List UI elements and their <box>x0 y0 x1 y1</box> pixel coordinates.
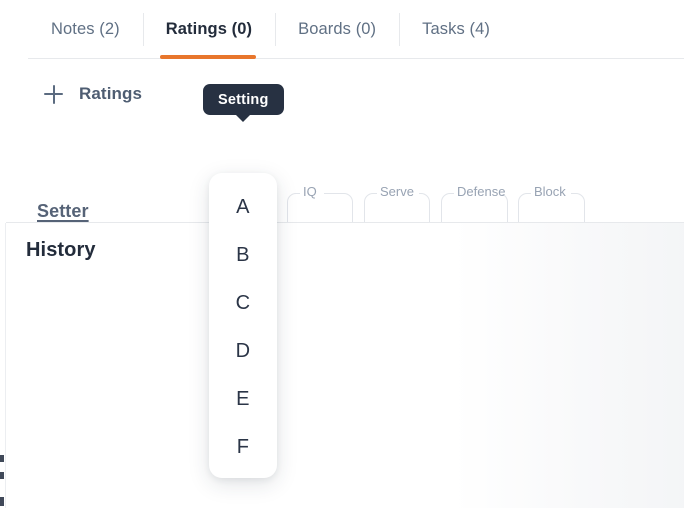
rating-field-iq-label: IQ <box>303 184 317 199</box>
tab-boards-label: Boards (0) <box>298 19 377 38</box>
tab-tasks[interactable]: Tasks (4) <box>399 0 513 58</box>
tab-notes-label: Notes (2) <box>51 19 120 38</box>
dropdown-option-e[interactable]: E <box>209 375 277 423</box>
history-section: History <box>6 223 684 508</box>
setting-tooltip: Setting <box>203 84 284 122</box>
tab-ratings[interactable]: Ratings (0) <box>142 0 275 58</box>
dropdown-option-list: A B C D E F <box>209 183 277 471</box>
dropdown-option-f[interactable]: F <box>209 423 277 471</box>
tab-bar-underline <box>28 58 684 59</box>
dropdown-option-b[interactable]: B <box>209 231 277 279</box>
add-ratings-label: Ratings <box>79 84 143 103</box>
clipped-text-sliver <box>0 455 4 462</box>
active-tab-indicator <box>160 55 256 59</box>
plus-icon <box>44 84 63 104</box>
tab-bar: Notes (2) Ratings (0) Boards (0) Tasks (… <box>0 0 684 60</box>
tab-notes[interactable]: Notes (2) <box>28 0 143 58</box>
add-ratings-button[interactable]: Ratings <box>44 84 142 104</box>
rating-field-block-label: Block <box>534 184 566 199</box>
clipped-text-sliver <box>0 497 4 506</box>
page-root: Notes (2) Ratings (0) Boards (0) Tasks (… <box>0 0 684 508</box>
setter-link[interactable]: Setter <box>37 201 89 222</box>
rating-field-serve-label: Serve <box>380 184 414 199</box>
clipped-text-sliver <box>0 472 4 479</box>
tab-list: Notes (2) Ratings (0) Boards (0) Tasks (… <box>28 0 513 58</box>
tab-boards[interactable]: Boards (0) <box>275 0 399 58</box>
tab-tasks-label: Tasks (4) <box>422 19 490 38</box>
dropdown-option-c[interactable]: C <box>209 279 277 327</box>
setting-dropdown-menu[interactable]: A B C D E F <box>209 173 277 478</box>
history-title: History <box>26 239 96 261</box>
dropdown-option-d[interactable]: D <box>209 327 277 375</box>
rating-field-defense-label: Defense <box>457 184 506 199</box>
ratings-section: Ratings Setter Setting IQ Serve <box>0 60 684 235</box>
tab-ratings-label: Ratings (0) <box>165 19 253 38</box>
dropdown-option-a[interactable]: A <box>209 183 277 231</box>
setting-tooltip-label: Setting <box>218 91 269 108</box>
